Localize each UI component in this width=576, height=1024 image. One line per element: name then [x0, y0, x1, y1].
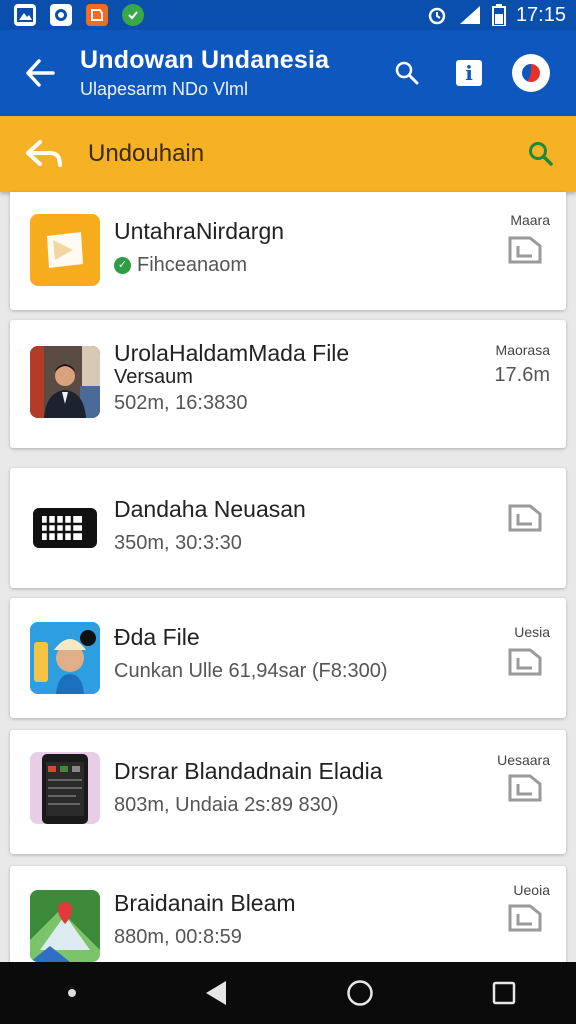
person-sticker: [30, 622, 100, 694]
item-meta-label: Uesia: [514, 624, 550, 640]
search-button[interactable]: [376, 42, 438, 104]
item-title: UrolaHaldamMada File: [114, 340, 350, 366]
app-subtitle: Ulapesarm NDo Vlml: [80, 79, 249, 99]
alarm-icon: [428, 7, 446, 25]
gallery-icon: [14, 4, 36, 26]
item-meta-value: 17.6m: [494, 364, 550, 386]
nav-recents-button[interactable]: [469, 962, 539, 1024]
search-icon: [529, 142, 553, 166]
home-circle-icon: [347, 980, 373, 1006]
item-subtitle: 803m, Undaia 2s:89 830): [114, 794, 339, 816]
item-subtitle: 880m, 00:8:59: [114, 926, 242, 948]
nav-dot-button[interactable]: [37, 962, 107, 1024]
downloads-back-button[interactable]: [0, 116, 88, 192]
item-title: Ðda File: [114, 624, 200, 650]
person-photo: [30, 346, 100, 418]
phone-screenshot: [30, 752, 100, 824]
item-subtitle-text: Fihceanaom: [137, 254, 248, 276]
item-meta-label: Ueoia: [513, 882, 550, 898]
downloads-title: Undouhain: [88, 140, 205, 167]
map-icon: [30, 890, 100, 962]
status-bar: 17:15: [0, 0, 576, 30]
info-icon: i: [456, 60, 482, 86]
back-button[interactable]: [0, 30, 80, 116]
item-version-label: Versaum: [114, 366, 193, 388]
info-button[interactable]: i: [438, 42, 500, 104]
battery-icon: [491, 4, 506, 26]
item-subtitle: 350m, 30:3:30: [114, 532, 242, 554]
item-meta-label: Maorasa: [495, 342, 550, 358]
item-subtitle: Cunkan Ulle 61,94sar (F8:300): [114, 660, 388, 682]
shield-icon: [122, 4, 144, 26]
download-icon[interactable]: [506, 902, 546, 934]
reply-arrow-icon: [26, 140, 62, 167]
downloads-header: Undouhain: [0, 116, 576, 192]
item-title: UntahraNirdargn: [114, 218, 285, 244]
download-icon[interactable]: [506, 772, 546, 804]
file-icon: [30, 214, 100, 286]
nav-home-button[interactable]: [325, 962, 395, 1024]
item-title: Drsrar Blandadnain Eladia: [114, 758, 383, 784]
download-icon[interactable]: [506, 502, 546, 534]
download-icon[interactable]: [506, 234, 546, 266]
item-subtitle: 502m, 16:3830: [114, 392, 248, 414]
nav-back-button[interactable]: [181, 962, 251, 1024]
app-bar: Undowan Undanesia Ulapesarm NDo Vlml i: [0, 30, 576, 116]
download-icon[interactable]: [506, 646, 546, 678]
list-item[interactable]: Drsrar Blandadnain Eladia 803m, Undaia 2…: [10, 730, 566, 854]
app-title: Undowan Undanesia: [80, 46, 330, 74]
check-icon: ✓: [114, 257, 131, 275]
downloads-search-button[interactable]: [506, 116, 576, 192]
item-title: Dandaha Neuasan: [114, 496, 306, 522]
list-item[interactable]: Ðda File Cunkan Ulle 61,94sar (F8:300) U…: [10, 598, 566, 718]
opera-icon: [512, 54, 550, 92]
list-item[interactable]: UrolaHaldamMada File Versaum 502m, 16:38…: [10, 320, 566, 448]
back-triangle-icon: [206, 981, 226, 1005]
list-item[interactable]: Braidanain Bleam 880m, 00:8:59 Ueoia: [10, 866, 566, 976]
app-titles: Undowan Undanesia Ulapesarm NDo Vlml: [80, 46, 376, 100]
item-title: Braidanain Bleam: [114, 890, 296, 916]
item-subtitle: ✓ Fihceanaom: [114, 254, 247, 277]
recents-square-icon: [492, 981, 516, 1005]
search-icon: [395, 61, 419, 85]
list-item[interactable]: UntahraNirdargn ✓ Fihceanaom Maara: [10, 192, 566, 310]
dot-icon: [68, 989, 76, 997]
status-time: 17:15: [515, 3, 566, 26]
vpn-icon: [50, 4, 72, 26]
system-nav-bar: [0, 962, 576, 1024]
item-meta-label: Uesaara: [497, 752, 550, 768]
signal-icon: [459, 6, 480, 24]
sim-card-icon: [30, 492, 100, 564]
opera-button[interactable]: [500, 42, 562, 104]
app-icon: [86, 4, 108, 26]
item-meta-label: Maara: [510, 212, 550, 228]
list-item[interactable]: Dandaha Neuasan 350m, 30:3:30: [10, 468, 566, 588]
back-arrow-icon: [26, 59, 55, 87]
